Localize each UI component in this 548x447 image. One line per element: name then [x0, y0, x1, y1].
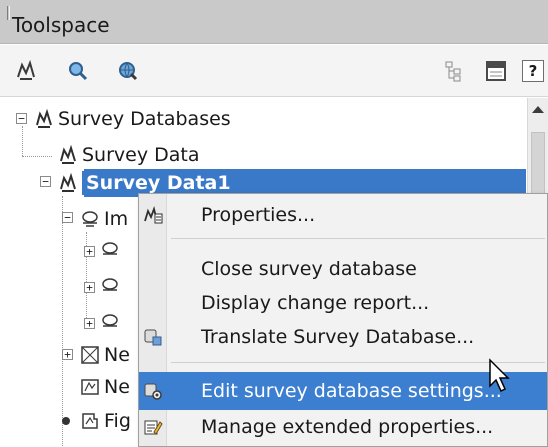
import-icon	[82, 211, 98, 227]
tree-line	[22, 126, 23, 156]
expand-toggle[interactable]: +	[84, 246, 95, 257]
collapse-toggle[interactable]: −	[16, 113, 27, 124]
menu-item-display-change-report[interactable]: Display change report...	[139, 284, 547, 322]
menu-item-label: Display change report...	[201, 292, 430, 314]
expand-toggle[interactable]: +	[84, 282, 95, 293]
expand-toggle[interactable]: +	[84, 318, 95, 329]
tree-view-icon[interactable]	[443, 59, 467, 83]
tree-item-label: Survey Databases	[58, 108, 231, 130]
toolspace-titlebar[interactable]: Toolspace	[0, 0, 548, 44]
menu-item-label: Close survey database	[201, 258, 417, 280]
tree-line	[22, 156, 52, 157]
extended-properties-icon	[144, 420, 163, 435]
tree-item-label: Ne	[104, 344, 130, 366]
tree-line	[62, 196, 63, 446]
tree-item-figures[interactable]: Fig	[80, 406, 131, 436]
translate-database-icon	[144, 329, 162, 346]
expand-toggle[interactable]	[62, 417, 70, 425]
toolbar: ?	[0, 45, 548, 97]
tree-item-survey-databases[interactable]: Survey Databases	[34, 104, 231, 134]
tree-item-label: Survey Data	[82, 144, 200, 166]
expand-toggle[interactable]: +	[62, 349, 73, 360]
collapse-toggle[interactable]: −	[40, 176, 51, 187]
properties-icon	[144, 205, 163, 224]
context-menu: Properties... Close survey database Disp…	[138, 193, 548, 447]
menu-item-manage-extended-properties[interactable]: Manage extended properties...	[139, 408, 547, 446]
tree-item-label: Im	[104, 208, 129, 230]
tree-item-label: Fig	[104, 410, 131, 432]
scroll-up-arrow-icon[interactable]	[532, 106, 544, 113]
globe-icon[interactable]	[116, 59, 140, 83]
settings-icon	[144, 383, 162, 400]
menu-item-translate-survey-database[interactable]: Translate Survey Database...	[139, 318, 547, 356]
tree-item-label: Ne	[104, 376, 130, 398]
survey-database-icon	[36, 109, 52, 128]
tree-item-label: Survey Data1	[82, 171, 235, 195]
tree-item-imports[interactable]: Im	[80, 204, 128, 234]
collapse-toggle[interactable]: −	[62, 212, 73, 223]
menu-item-label: Properties...	[201, 204, 316, 226]
survey-database-icon	[60, 145, 76, 164]
figure-icon	[82, 413, 98, 429]
import-icon	[102, 314, 118, 327]
menu-item-label: Translate Survey Database...	[201, 326, 475, 348]
menu-item-label: Edit survey database settings...	[201, 380, 502, 402]
menu-item-properties[interactable]: Properties...	[139, 196, 547, 234]
menu-item-close-survey-database[interactable]: Close survey database	[139, 250, 547, 288]
menu-item-label: Manage extended properties...	[201, 416, 494, 438]
item-view-icon[interactable]	[484, 59, 508, 83]
drag-grip[interactable]	[7, 6, 10, 20]
survey-network-icon[interactable]	[14, 59, 38, 83]
menu-separator	[171, 238, 545, 239]
tree-item-networks[interactable]: Ne	[80, 340, 130, 370]
network-icon	[81, 346, 99, 364]
menu-item-edit-survey-database-settings[interactable]: Edit survey database settings...	[139, 372, 547, 410]
tree-item-survey-data[interactable]: Survey Data	[58, 140, 200, 170]
window-title: Toolspace	[12, 13, 110, 37]
network-folder-icon	[81, 379, 99, 395]
import-icon	[102, 278, 118, 291]
survey-database-icon	[60, 173, 76, 192]
help-button[interactable]: ?	[522, 60, 544, 82]
mouse-cursor-icon	[489, 358, 510, 393]
import-icon	[102, 242, 118, 255]
tree-item-network-folders[interactable]: Ne	[80, 372, 130, 402]
zoom-icon[interactable]	[66, 59, 90, 83]
